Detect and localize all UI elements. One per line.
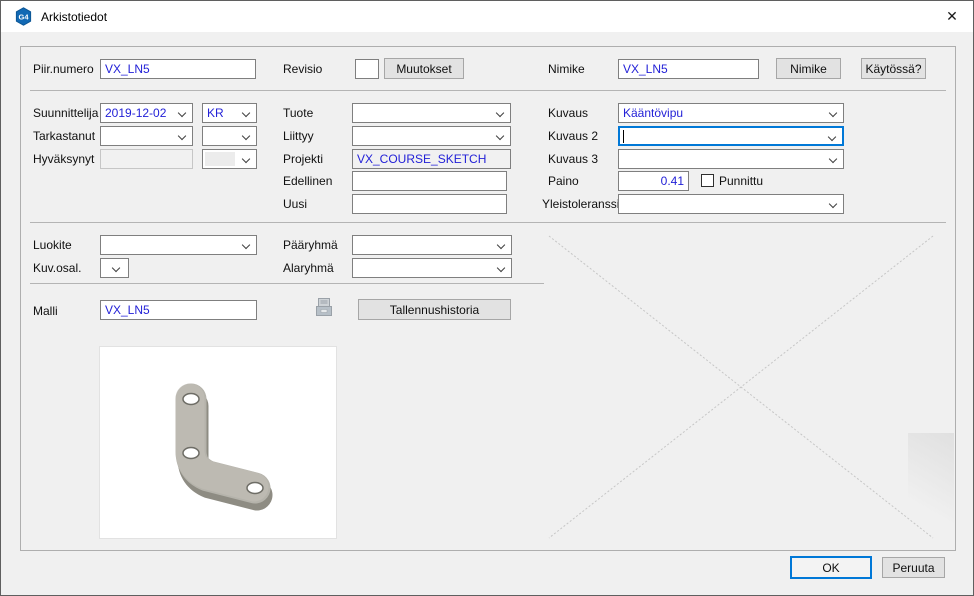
luokite-label: Luokite: [33, 238, 72, 252]
tuote-label: Tuote: [283, 106, 313, 120]
piir-numero-label: Piir.numero: [33, 62, 94, 76]
kuvosal-combo[interactable]: [100, 258, 129, 278]
dashed-x-icon: [544, 229, 938, 544]
luokite-combo[interactable]: [100, 235, 257, 255]
g4-app-logo-icon: G4: [14, 7, 33, 26]
paino-field[interactable]: 0.41: [618, 171, 689, 191]
edellinen-field[interactable]: [352, 171, 507, 191]
projekti-field: VX_COURSE_SKETCH: [352, 149, 511, 169]
arkistotiedot-dialog: G4 Arkistotiedot ✕ Piir.numero VX_LN5 Re…: [0, 0, 974, 596]
peruuta-button[interactable]: Peruuta: [882, 557, 945, 578]
chevron-down-icon: [497, 264, 505, 272]
chevron-down-icon: [829, 155, 837, 163]
suunnittelija-date-value: 2019-12-02: [105, 106, 166, 120]
separator-middle: [30, 222, 946, 223]
kuvaus3-combo[interactable]: [618, 149, 844, 169]
nimike-value: VX_LN5: [623, 62, 668, 76]
separator-top: [30, 90, 946, 91]
model-preview-panel: [99, 346, 337, 539]
empty-preview-placeholder: [544, 229, 938, 544]
chevron-down-icon: [496, 132, 504, 140]
yleistoleranssi-combo[interactable]: [618, 194, 844, 214]
g4-logo-text: G4: [18, 13, 29, 22]
printer-icon: [314, 297, 334, 320]
hyvaksynyt-label: Hyväksynyt: [33, 152, 94, 166]
revisio-label: Revisio: [283, 62, 322, 76]
chevron-down-icon: [112, 264, 120, 272]
chevron-down-icon: [829, 200, 837, 208]
malli-label: Malli: [33, 304, 58, 318]
suunnittelija-initials-combo[interactable]: KR: [202, 103, 257, 123]
suunnittelija-initials-value: KR: [207, 106, 224, 120]
suunnittelija-label: Suunnittelija: [33, 106, 98, 120]
uusi-field[interactable]: [352, 194, 507, 214]
paino-value: 0.41: [661, 174, 684, 188]
piir-numero-field[interactable]: VX_LN5: [100, 59, 256, 79]
close-icon[interactable]: ✕: [937, 5, 967, 28]
preview-watermark: [908, 433, 954, 551]
window-title: Arkistotiedot: [41, 10, 107, 24]
kuvaus-combo[interactable]: Kääntövipu: [618, 103, 844, 123]
malli-field[interactable]: VX_LN5: [100, 300, 257, 320]
punnittu-checkbox[interactable]: [701, 174, 714, 187]
chevron-down-icon: [829, 109, 837, 117]
kuvaus2-label: Kuvaus 2: [548, 129, 598, 143]
paaryhma-combo[interactable]: [352, 235, 512, 255]
chevron-down-icon: [496, 109, 504, 117]
paino-label: Paino: [548, 174, 579, 188]
separator-lower: [30, 283, 544, 284]
tarkastanut-date-combo[interactable]: [100, 126, 193, 146]
punnittu-label: Punnittu: [719, 174, 763, 188]
projekti-value: VX_COURSE_SKETCH: [357, 152, 486, 166]
suunnittelija-date-combo[interactable]: 2019-12-02: [100, 103, 193, 123]
liittyy-label: Liittyy: [283, 129, 314, 143]
projekti-label: Projekti: [283, 152, 323, 166]
piir-numero-value: VX_LN5: [105, 62, 150, 76]
chevron-down-icon: [497, 241, 505, 249]
malli-value: VX_LN5: [105, 303, 150, 317]
tuote-combo[interactable]: [352, 103, 511, 123]
kuvaus2-combo[interactable]: [618, 126, 844, 146]
nimike-button[interactable]: Nimike: [776, 58, 841, 79]
kuvaus-label: Kuvaus: [548, 106, 588, 120]
tallennushistoria-button[interactable]: Tallennushistoria: [358, 299, 511, 320]
hyvaksynyt-initials-combo: [202, 149, 257, 169]
liittyy-combo[interactable]: [352, 126, 511, 146]
kuvosal-label: Kuv.osal.: [33, 261, 81, 275]
hyvaksynyt-field: [100, 149, 193, 169]
disabled-fill: [205, 152, 235, 166]
chevron-down-icon: [178, 132, 186, 140]
muutokset-button[interactable]: Muutokset: [384, 58, 464, 79]
uusi-label: Uusi: [283, 197, 307, 211]
kaytossa-button[interactable]: Käytössä?: [861, 58, 926, 79]
3d-part-bracket-image: [100, 347, 336, 538]
tarkastanut-initials-combo[interactable]: [202, 126, 257, 146]
kuvaus-value: Kääntövipu: [623, 106, 683, 120]
tarkastanut-label: Tarkastanut: [33, 129, 95, 143]
revisio-field[interactable]: [355, 59, 379, 79]
chevron-down-icon: [242, 155, 250, 163]
ok-button[interactable]: OK: [790, 556, 872, 579]
nimike-field[interactable]: VX_LN5: [618, 59, 759, 79]
chevron-down-icon: [178, 109, 186, 117]
chevron-down-icon: [242, 109, 250, 117]
alaryhma-label: Alaryhmä: [283, 261, 334, 275]
chevron-down-icon: [242, 241, 250, 249]
paaryhma-label: Pääryhmä: [283, 238, 338, 252]
kuvaus3-label: Kuvaus 3: [548, 152, 598, 166]
chevron-down-icon: [242, 132, 250, 140]
text-cursor: [623, 130, 624, 143]
alaryhma-combo[interactable]: [352, 258, 512, 278]
edellinen-label: Edellinen: [283, 174, 332, 188]
nimike-label: Nimike: [548, 62, 585, 76]
yleistoleranssi-label: Yleistoleranssi: [542, 197, 619, 211]
chevron-down-icon: [828, 133, 836, 141]
titlebar: G4 Arkistotiedot ✕: [1, 1, 973, 32]
